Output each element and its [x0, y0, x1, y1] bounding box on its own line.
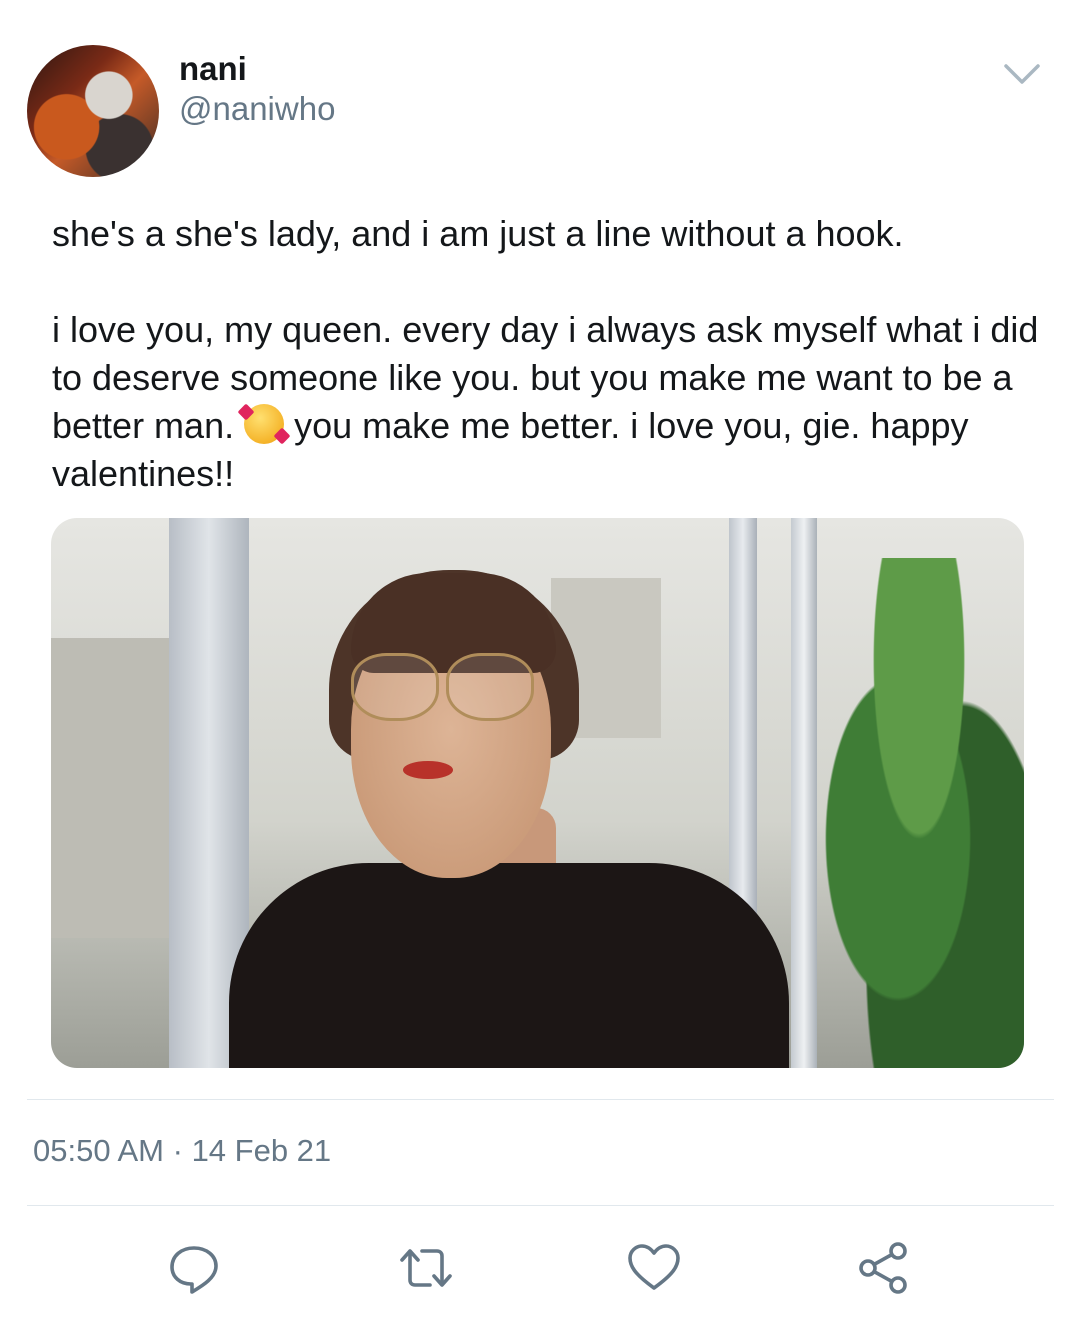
window-frame — [791, 518, 817, 1068]
tweet-paragraph-1: she's a she's lady, and i am just a line… — [52, 213, 904, 254]
photo-background-building — [51, 638, 171, 938]
tweet-paragraph-2: i love you, my queen. every day i always… — [52, 306, 1042, 498]
photo-jacket — [229, 863, 789, 1068]
tweet-photo[interactable] — [51, 518, 1024, 1068]
author-avatar[interactable] — [27, 45, 159, 177]
tweet-text: she's a she's lady, and i am just a line… — [52, 210, 1042, 498]
divider — [27, 1205, 1054, 1206]
share-icon[interactable] — [856, 1240, 912, 1296]
glasses-lens — [446, 653, 534, 721]
author-handle[interactable]: @naniwho — [179, 90, 335, 128]
tweet-timestamp[interactable]: 05:50 AM · 14 Feb 21 — [33, 1133, 331, 1169]
tweet-date: 14 Feb 21 — [191, 1133, 332, 1168]
author-display-name[interactable]: nani — [179, 50, 247, 88]
tweet-time: 05:50 AM — [33, 1133, 164, 1168]
heart-icon[interactable] — [626, 1240, 682, 1296]
reply-icon[interactable] — [166, 1240, 222, 1296]
chevron-down-icon[interactable] — [1003, 62, 1041, 88]
divider — [27, 1099, 1054, 1100]
retweet-icon[interactable] — [398, 1240, 454, 1296]
glasses-lens — [351, 653, 439, 721]
photo-trees — [814, 558, 1024, 1068]
photo-lips — [403, 761, 453, 779]
smiling-face-with-hearts-icon — [244, 404, 285, 444]
timestamp-separator: · — [172, 1133, 183, 1168]
